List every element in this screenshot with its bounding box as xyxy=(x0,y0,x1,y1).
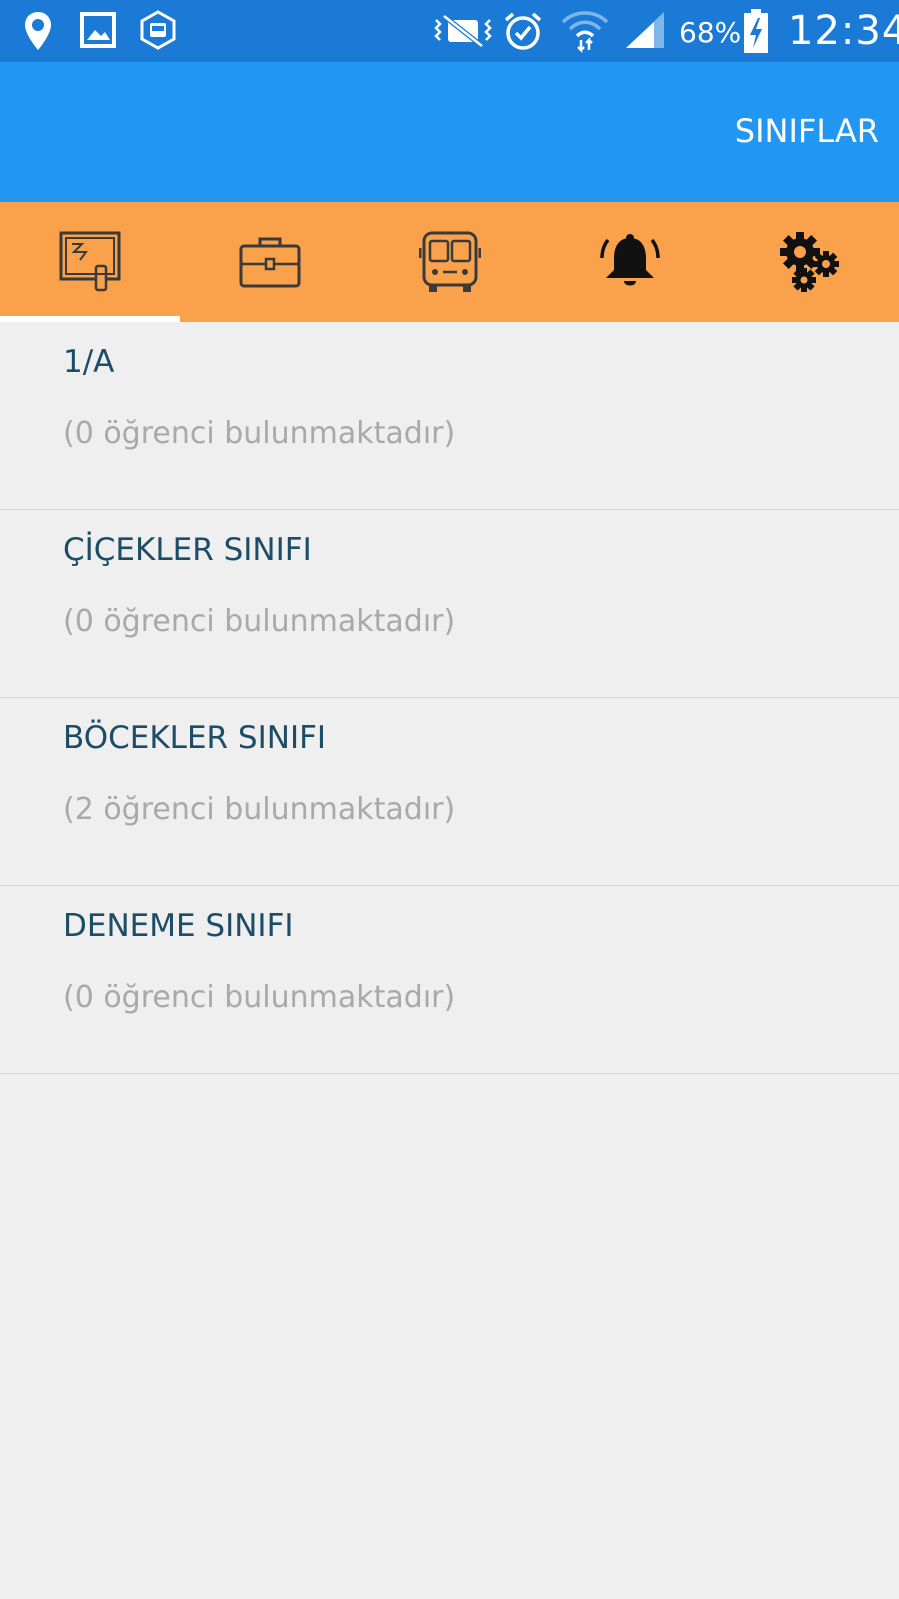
list-item[interactable]: ÇİÇEKLER SINIFI (0 öğrenci bulunmaktadır… xyxy=(0,510,899,698)
tab-work[interactable] xyxy=(180,202,360,322)
bus-icon xyxy=(419,231,481,292)
app-notification-icon xyxy=(140,10,176,50)
signal-icon xyxy=(626,12,664,48)
class-name: 1/A xyxy=(63,344,115,380)
student-count: (0 öğrenci bulunmaktadır) xyxy=(63,416,456,451)
class-list: 1/A (0 öğrenci bulunmaktadır) ÇİÇEKLER S… xyxy=(0,322,899,1074)
class-name: BÖCEKLER SINIFI xyxy=(63,720,327,756)
class-name: DENEME SINIFI xyxy=(63,908,294,944)
tab-classes[interactable] xyxy=(0,202,180,322)
student-count: (0 öğrenci bulunmaktadır) xyxy=(63,980,456,1015)
battery-charging-icon xyxy=(744,9,768,53)
class-name: ÇİÇEKLER SINIFI xyxy=(63,532,312,568)
list-item[interactable]: BÖCEKLER SINIFI (2 öğrenci bulunmaktadır… xyxy=(0,698,899,886)
gears-icon xyxy=(779,232,839,292)
list-item[interactable]: DENEME SINIFI (0 öğrenci bulunmaktadır) xyxy=(0,886,899,1074)
student-count: (0 öğrenci bulunmaktadır) xyxy=(63,604,456,639)
app-bar: SINIFLAR xyxy=(0,62,899,202)
location-icon xyxy=(25,12,51,50)
bell-icon xyxy=(600,234,660,286)
page-title: SINIFLAR xyxy=(734,112,879,150)
gallery-icon xyxy=(80,12,116,48)
tab-bar xyxy=(0,202,899,322)
clock: 12:34 xyxy=(788,8,899,54)
classroom-board-icon xyxy=(59,231,121,292)
briefcase-icon xyxy=(239,237,301,288)
tab-settings[interactable] xyxy=(720,202,899,322)
list-item[interactable]: 1/A (0 öğrenci bulunmaktadır) xyxy=(0,322,899,510)
status-bar: 68% 12:34 xyxy=(0,0,899,62)
tab-notifications[interactable] xyxy=(540,202,720,322)
vibrate-off-icon xyxy=(434,14,492,48)
alarm-icon xyxy=(504,12,542,50)
wifi-icon xyxy=(561,11,609,54)
tab-bus[interactable] xyxy=(360,202,540,322)
battery-percent: 68% xyxy=(679,16,742,49)
student-count: (2 öğrenci bulunmaktadır) xyxy=(63,792,456,827)
